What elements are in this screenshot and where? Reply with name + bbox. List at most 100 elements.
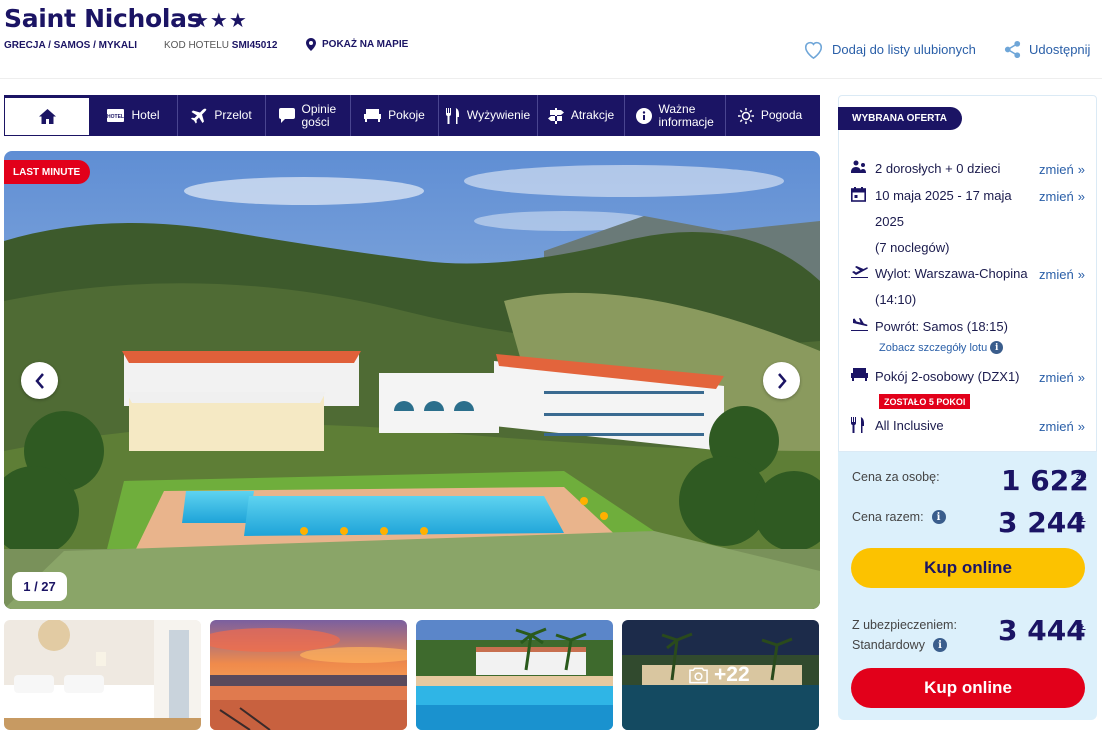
more-photos-count: +22: [714, 663, 750, 686]
buy-online-button[interactable]: Kup online: [851, 548, 1085, 588]
offer-room-row: Pokój 2-osobowy (DZX1): [851, 364, 1035, 390]
change-guests-link[interactable]: zmień»: [1039, 162, 1085, 177]
offer-dates: 10 maja 2025 - 17 maja 2025 (7 noclegów): [875, 183, 1035, 261]
gallery-prev-button[interactable]: [21, 362, 58, 399]
offer-departure: Wylot: Warszawa-Chopina (14:10): [875, 261, 1035, 313]
home-icon: [38, 109, 56, 124]
offer-guests-row: 2 dorosłych + 0 dzieci: [851, 156, 1035, 182]
cutlery-icon: [851, 417, 864, 433]
offer-board-row: All Inclusive: [851, 413, 1035, 439]
price-total-label: Cena razem: i: [852, 510, 946, 524]
change-board-chevron-icon: »: [1077, 419, 1085, 434]
rooms-left-badge: ZOSTAŁO 5 POKOI: [879, 394, 971, 409]
change-room-link[interactable]: zmień»: [1039, 370, 1085, 385]
tab-flight[interactable]: Przelot: [178, 95, 266, 136]
hotel-aerial-photo: [4, 151, 820, 609]
share-icon: [1004, 40, 1021, 59]
tab-important-info[interactable]: Ważne informacje: [625, 95, 726, 136]
pool-sunset-photo: [210, 620, 407, 730]
tab-board-label: Wyżywienie: [466, 108, 531, 122]
price-insured-label-line1: Z ubezpieczeniem:: [852, 618, 957, 632]
price-total-info-icon[interactable]: i: [931, 510, 946, 524]
hotel-name: Saint Nicholas: [4, 4, 202, 33]
people-icon: [851, 160, 866, 173]
add-to-favorites-link[interactable]: Dodaj do listy ulubionych: [803, 40, 976, 59]
thumbnail-room[interactable]: [4, 620, 201, 730]
price-total-label-text: Cena razem:: [852, 510, 924, 524]
change-room-label: zmień: [1039, 370, 1074, 385]
price-insured-variant: Standardowy i: [852, 638, 947, 652]
price-insured-currency: ZŁ: [1076, 623, 1086, 632]
hotel-icon: HOTEL: [107, 109, 125, 122]
pool-day-photo: [416, 620, 613, 730]
chevron-right-icon: [777, 372, 787, 389]
change-departure-link[interactable]: zmień»: [1039, 267, 1085, 282]
hotel-code: KOD HOTELU SMI45012: [164, 40, 277, 51]
price-total-currency: ZŁ: [1076, 515, 1086, 524]
tab-rooms[interactable]: Pokoje: [351, 95, 439, 136]
show-on-map-label: POKAŻ NA MAPIE: [322, 39, 409, 50]
price-insured-value: 3 444: [998, 614, 1086, 647]
tab-weather-label: Pogoda: [760, 108, 803, 122]
gallery-counter: 1 / 27: [12, 572, 67, 601]
offer-departure-line2: (14:10): [875, 292, 917, 307]
gallery-next-button[interactable]: [763, 362, 800, 399]
tab-board[interactable]: Wyżywienie: [439, 95, 538, 136]
change-guests-chevron-icon: »: [1077, 162, 1085, 177]
change-dates-chevron-icon: »: [1077, 189, 1085, 204]
tab-attractions-label: Atrakcje: [570, 108, 615, 122]
show-on-map-link[interactable]: POKAŻ NA MAPIE: [306, 38, 408, 51]
info-icon: [635, 107, 652, 124]
room-photo: [4, 620, 201, 730]
hotel-stars: ★★★: [191, 10, 248, 32]
offer-dates-line2: 2025: [875, 214, 904, 229]
offer-return-row: Powrót: Samos (18:15): [851, 314, 1035, 340]
offer-dates-row: 10 maja 2025 - 17 maja 2025 (7 noclegów): [851, 183, 1035, 261]
price-per-person-currency: ZŁ: [1076, 473, 1086, 482]
change-guests-label: zmień: [1039, 162, 1074, 177]
price-insured-info-icon[interactable]: i: [932, 638, 947, 652]
tab-reviews[interactable]: Opinie gości: [266, 95, 351, 136]
cutlery-icon: [445, 107, 459, 124]
change-departure-label: zmień: [1039, 267, 1074, 282]
more-photos-overlay[interactable]: +22: [689, 663, 750, 687]
thumbnail-pool-day[interactable]: [416, 620, 613, 730]
tab-rooms-label: Pokoje: [388, 108, 425, 122]
change-dates-label: zmień: [1039, 189, 1074, 204]
heart-icon: [804, 41, 823, 59]
plane-icon: [191, 108, 207, 123]
tab-attractions[interactable]: Atrakcje: [538, 95, 625, 136]
thumbnail-pool-sunset[interactable]: [210, 620, 407, 730]
hotel-code-value: SMI45012: [231, 40, 278, 51]
tab-home[interactable]: [4, 95, 90, 136]
offer-nights: (7 noclegów): [875, 240, 950, 255]
sun-icon: [737, 107, 754, 124]
offer-departure-line1: Wylot: Warszawa-Chopina: [875, 266, 1028, 281]
main-photo[interactable]: [4, 151, 820, 609]
chat-icon: [278, 108, 295, 123]
share-link[interactable]: Udostępnij: [1003, 40, 1090, 59]
flight-details-label: Zobacz szczegóły lotu: [879, 341, 988, 354]
buy-online-insured-button[interactable]: Kup online: [851, 668, 1085, 708]
change-dates-link[interactable]: zmień»: [1039, 189, 1085, 204]
add-to-favorites-label: Dodaj do listy ulubionych: [832, 42, 976, 57]
share-label: Udostępnij: [1029, 42, 1091, 57]
offer-departure-row: Wylot: Warszawa-Chopina (14:10): [851, 261, 1035, 313]
price-per-person-label: Cena za osobę:: [852, 470, 940, 484]
flight-info-icon[interactable]: i: [990, 341, 1004, 354]
offer-guests: 2 dorosłych + 0 dzieci: [875, 161, 1001, 176]
offer-dates-line1: 10 maja 2025 - 17 maja: [875, 188, 1012, 203]
breadcrumb[interactable]: GRECJA / SAMOS / MYKALI: [4, 40, 137, 51]
price-total-value: 3 244: [998, 506, 1086, 539]
change-board-link[interactable]: zmień»: [1039, 419, 1085, 434]
flight-details-link[interactable]: Zobacz szczegóły lotu i: [879, 341, 1004, 354]
header-divider: [0, 78, 1102, 79]
change-departure-chevron-icon: »: [1077, 267, 1085, 282]
tab-important-info-label: Ważne informacje: [658, 101, 714, 129]
tab-hotel[interactable]: HOTEL Hotel: [90, 95, 178, 136]
map-pin-icon: [306, 38, 316, 51]
tab-weather[interactable]: Pogoda: [726, 95, 814, 136]
bed-icon: [364, 109, 382, 122]
change-board-label: zmień: [1039, 419, 1074, 434]
svg-text:HOTEL: HOTEL: [108, 114, 125, 120]
